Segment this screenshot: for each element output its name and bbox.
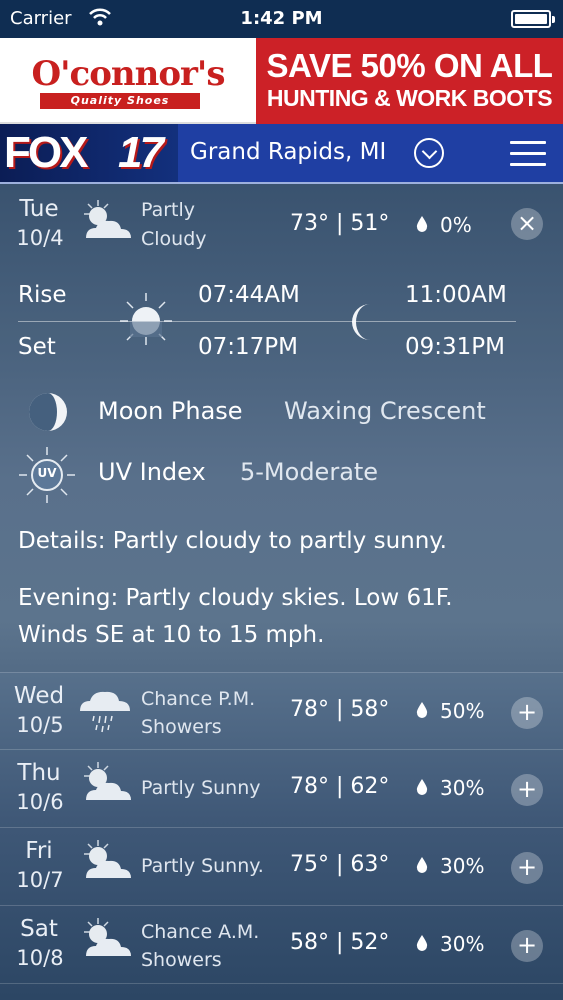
condition-line2: Showers [141,716,222,738]
raindrop-icon [416,779,428,795]
uv-index-value: 5-Moderate [240,458,379,486]
sunset-time: 07:17PM [198,334,298,360]
sun-horizon-icon [120,293,172,345]
temps: 78° | 62° [290,774,390,799]
status-bar: Carrier 1:42 PM [0,0,563,38]
day-date: 10/6 [16,790,64,814]
precip: 30% [440,932,485,956]
raindrop-icon [416,216,428,232]
hamburger-menu-icon[interactable] [510,141,546,167]
moon-phase-icon [29,393,67,431]
location-label[interactable]: Grand Rapids, MI [190,139,386,165]
forecast-row[interactable]: Sat 10/8 Chance A.M. Showers 58° | 52° 3… [0,906,563,984]
today-condition-line1: Partly [141,199,196,221]
raindrop-icon [416,935,428,951]
partly-sunny-icon [84,840,131,878]
moon-phase-value: Waxing Crescent [284,397,486,425]
rise-label: Rise [18,282,67,308]
logo-text: FOX [4,128,88,177]
precip: 30% [440,776,485,800]
expand-button[interactable]: + [511,930,543,962]
evening-text-line2: Winds SE at 10 to 15 mph. [18,622,325,648]
day-date: 10/5 [16,713,64,737]
condition-line1: Partly Sunny [141,777,261,799]
expand-button[interactable]: + [511,852,543,884]
today-temps: 73° | 51° [290,211,390,236]
details-text: Details: Partly cloudy to partly sunny. [18,528,447,554]
today-row[interactable]: Tue 10/4 Partly Cloudy 73° | 51° 0% × [0,184,563,262]
condition-line1: Chance P.M. [141,688,256,710]
sunrise-time: 07:44AM [198,282,300,308]
fox17-logo[interactable]: FOX 17 [0,124,178,182]
today-expanded-panel: Tue 10/4 Partly Cloudy 73° | 51° 0% × Ri… [0,184,563,672]
forecast-row[interactable]: Wed 10/5 Chance P.M. Showers 78° | 58° 5… [0,672,563,750]
forecast-row[interactable]: Fri 10/7 Partly Sunny. 75° | 63° 30% + [0,828,563,906]
day-date: 10/8 [16,946,64,970]
condition-line2: Showers [141,949,222,971]
close-button[interactable]: × [511,208,543,240]
ad-brand-tagline: Quality Shoes [40,93,200,109]
ad-offer-panel[interactable]: SAVE 50% ON ALL HUNTING & WORK BOOTS [256,38,563,124]
raindrop-icon [416,857,428,873]
ad-banner[interactable]: O'connor's Quality Shoes SAVE 50% ON ALL… [0,38,563,124]
ad-subline: HUNTING & WORK BOOTS [266,85,553,111]
today-precip: 0% [440,213,472,237]
ad-headline: SAVE 50% ON ALL [266,47,553,84]
location-dropdown-icon[interactable] [414,138,444,168]
precip: 50% [440,699,485,723]
showers-icon [80,691,130,733]
temps: 75° | 63° [290,852,390,877]
today-condition-line2: Cloudy [141,228,207,250]
battery-icon [511,10,555,28]
day-date: 10/7 [16,868,64,892]
clock: 1:42 PM [240,8,323,29]
expand-button[interactable]: + [511,697,543,729]
moonrise-time: 11:00AM [405,282,507,308]
ad-brand-panel[interactable]: O'connor's Quality Shoes [0,38,256,124]
uv-index-label: UV Index [98,458,206,486]
day-date: 10/4 [16,226,64,250]
app-header: FOX 17 Grand Rapids, MI [0,124,563,184]
uv-index-icon: UV [18,446,76,504]
precip: 30% [440,854,485,878]
horizon-divider [18,321,516,322]
partly-sunny-icon [84,918,131,956]
day-name: Wed [13,683,65,709]
moon-phase-label: Moon Phase [98,397,243,425]
day-name: Thu [17,760,61,786]
partly-cloudy-icon [84,200,131,238]
ad-brand-logo: O'connor's [31,54,226,94]
expand-button[interactable]: + [511,774,543,806]
day-name: Sat [20,916,58,942]
uv-badge-text: UV [37,466,57,480]
temps: 78° | 58° [290,697,390,722]
forecast-row[interactable]: Thu 10/6 Partly Sunny 78° | 62° 30% + [0,750,563,828]
day-name: Tue [19,196,59,222]
moon-icon [352,304,370,340]
partly-sunny-icon [84,762,131,800]
temps: 58° | 52° [290,930,390,955]
set-label: Set [18,334,56,360]
condition-line1: Partly Sunny. [141,855,264,877]
logo-number: 17 [118,128,164,177]
raindrop-icon [416,702,428,718]
day-name: Fri [25,838,53,864]
condition-line1: Chance A.M. [141,921,260,943]
evening-text-line1: Evening: Partly cloudy skies. Low 61F. [18,585,453,611]
moonset-time: 09:31PM [405,334,505,360]
